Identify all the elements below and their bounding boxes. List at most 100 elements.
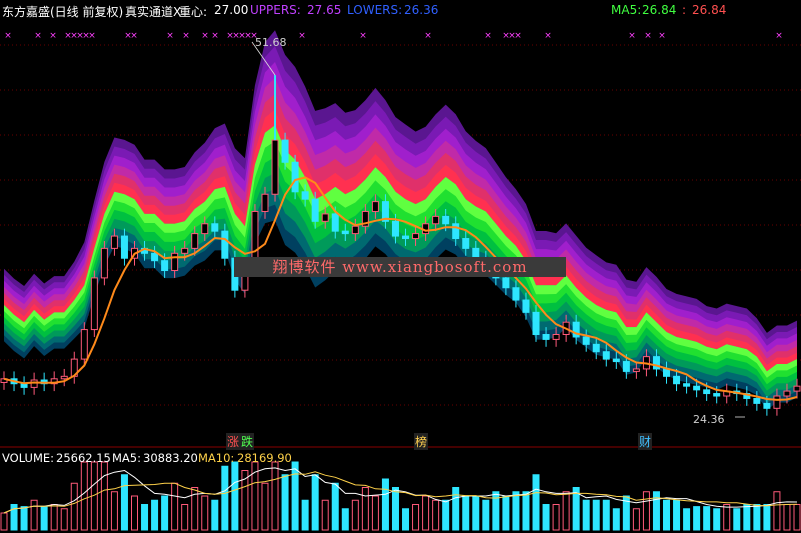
volume-bar-46 [462, 495, 470, 531]
signal-marker-20: × [359, 31, 367, 41]
volume-bar-59 [592, 499, 600, 531]
event-marker-finance[interactable]: 财 [638, 433, 653, 450]
candle-body-16 [161, 260, 169, 272]
volume-bar-69 [693, 506, 701, 531]
volume-bar-4 [40, 506, 48, 531]
volume-bar-64 [642, 491, 650, 531]
volume-bar-14 [141, 504, 149, 531]
event-marker-list[interactable]: 榜 [414, 433, 429, 450]
candle-body-8 [80, 329, 88, 360]
signal-marker-26: × [544, 31, 552, 41]
signal-marker-21: × [424, 31, 432, 41]
volume-bar-18 [181, 504, 189, 531]
volume-bar-10 [100, 461, 108, 531]
candle-body-77 [773, 395, 781, 409]
candle-body-15 [151, 252, 159, 262]
volume-bar-20 [201, 495, 209, 531]
volume-bar-15 [151, 499, 159, 531]
volume-bar-26 [261, 482, 269, 531]
center-label: 重心: [179, 5, 208, 19]
volume-bar-77 [773, 491, 781, 531]
candle-body-63 [632, 368, 640, 372]
high-price-label: 51.68 [255, 36, 287, 49]
signal-marker-19: × [298, 31, 306, 41]
candle-body-70 [703, 389, 711, 395]
volume-bar-68 [683, 508, 691, 531]
event-marker-rise[interactable]: 涨 [226, 433, 241, 450]
ma5-separator: : [682, 3, 687, 17]
volume-bar-40 [402, 508, 410, 531]
volume-bar-48 [482, 499, 490, 531]
volume-bar-54 [542, 504, 550, 531]
volume-bar-52 [522, 491, 530, 531]
volume-bar-45 [452, 487, 460, 531]
volume-bar-0 [0, 512, 8, 531]
volume-bar-21 [211, 499, 219, 531]
candle-body-75 [753, 397, 761, 404]
candle-body-58 [582, 336, 590, 345]
volume-ma5-label: MA5: [112, 451, 141, 465]
lower-value: 26.36 [404, 3, 439, 17]
candle-body-69 [693, 385, 701, 391]
candle-body-78 [783, 390, 791, 397]
volume-bar-3 [30, 499, 38, 531]
volume-bar-47 [472, 495, 480, 531]
candle-body-67 [673, 375, 681, 385]
volume-bar-33 [331, 482, 339, 531]
candle-body-53 [532, 311, 540, 335]
chart-window: × × × × × × × × × × × × × × × × × × × × × × × × × × × × × × × 东方嘉盛(日线 … [0, 0, 801, 533]
volume-bar-6 [60, 508, 68, 531]
ma5-value: 26.84 [642, 3, 677, 17]
volume-bar-66 [663, 499, 671, 531]
volume-bar-31 [311, 474, 319, 531]
volume-bar-11 [110, 491, 118, 531]
volume-bar-73 [733, 508, 741, 531]
candle-body-34 [341, 230, 349, 235]
candle-body-27 [271, 139, 279, 195]
volume-ma5-value: 30883.20 [143, 451, 198, 465]
volume-label: VOLUME: [2, 451, 55, 465]
signal-marker-10: × [166, 31, 174, 41]
volume-bar-70 [703, 506, 711, 531]
volume-bar-22 [221, 465, 229, 531]
volume-bar-44 [442, 499, 450, 531]
candle-body-31 [311, 198, 319, 222]
volume-bar-61 [612, 508, 620, 531]
candle-body-30 [301, 191, 309, 200]
candle-body-20 [201, 223, 209, 235]
signal-marker-7: × [88, 31, 96, 41]
candle-body-44 [442, 215, 450, 225]
volume-bar-72 [723, 504, 731, 531]
signal-marker-1: × [34, 31, 42, 41]
volume-bar-23 [231, 461, 239, 531]
lower-label: LOWERS: [347, 3, 403, 17]
volume-bar-39 [391, 487, 399, 531]
signal-marker-0: × [4, 31, 12, 41]
candle-body-3 [30, 379, 38, 388]
volume-bar-30 [301, 499, 309, 531]
signal-marker-29: × [658, 31, 666, 41]
volume-bar-42 [422, 495, 430, 531]
volume-bar-38 [381, 478, 389, 531]
event-marker-fall[interactable]: 跌 [240, 433, 255, 450]
candle-body-55 [552, 333, 560, 340]
volume-ma10-value: 28169.90 [237, 451, 292, 465]
volume-ma10-label: MA10: [198, 451, 235, 465]
signal-marker-11: × [182, 31, 190, 41]
candle-body-41 [412, 233, 420, 240]
candle-body-40 [402, 235, 410, 240]
volume-bar-41 [412, 504, 420, 531]
upper-value: 27.65 [307, 3, 342, 17]
volume-bar-60 [602, 499, 610, 531]
candle-body-12 [120, 235, 128, 259]
candle-body-71 [713, 393, 721, 397]
volume-bar-71 [713, 508, 721, 531]
candle-body-6 [60, 375, 68, 380]
watermark: 翔博软件 www.xiangbosoft.com [234, 257, 566, 277]
low-price-label: 24.36 [693, 413, 725, 426]
volume-bar-5 [50, 504, 58, 531]
volume-bar-76 [763, 504, 771, 531]
volume-bar-75 [753, 504, 761, 531]
candle-body-22 [221, 230, 229, 259]
candle-body-21 [211, 223, 219, 232]
